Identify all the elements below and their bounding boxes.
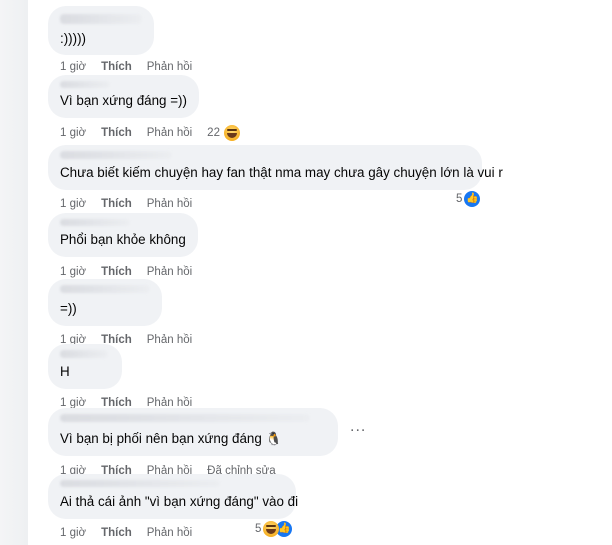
commenter-name-redacted	[60, 151, 172, 159]
comment-text: =))	[60, 301, 77, 316]
comment-text: H	[60, 364, 70, 379]
like-icon: 👍	[464, 191, 481, 207]
reply-button[interactable]: Phản hồi	[147, 266, 192, 278]
comment-bubble[interactable]: :)))))	[48, 6, 154, 55]
commenter-name-redacted	[60, 480, 220, 487]
left-panel-edge	[0, 0, 28, 545]
like-button[interactable]: Thích	[101, 61, 132, 73]
reply-button[interactable]: Phản hồi	[147, 198, 192, 210]
comment-actions: 1 giờ Thích Phản hồi	[48, 196, 482, 212]
comment-time[interactable]: 1 giờ	[60, 198, 86, 210]
haha-icon[interactable]	[223, 125, 240, 141]
reply-button[interactable]: Phản hồi	[147, 61, 192, 73]
comment-text: :)))))	[60, 31, 87, 46]
more-options-icon[interactable]: ...	[350, 418, 366, 436]
comment-text: Vì bạn bị phối nên bạn xứng đáng 🐧	[60, 431, 282, 446]
comment-item: =)) 1 giờ Thích Phản hồi	[48, 279, 207, 348]
comment-bubble[interactable]: Vì bạn xứng đáng =))	[48, 75, 199, 118]
commenter-name-redacted	[60, 285, 150, 293]
commenter-name-redacted	[60, 14, 142, 24]
comment-text: Vì bạn xứng đáng =))	[60, 93, 187, 108]
commenter-name-redacted	[60, 81, 110, 88]
comment-item: Vì bạn bị phối nên bạn xứng đáng 🐧 1 giờ …	[48, 408, 338, 479]
reply-button[interactable]: Phản hồi	[147, 527, 192, 539]
like-button[interactable]: Thích	[101, 127, 132, 139]
like-button[interactable]: Thích	[101, 198, 132, 210]
haha-icon	[263, 521, 280, 537]
commenter-name-redacted	[60, 350, 108, 358]
comment-item: :))))) 1 giờ Thích Phản hồi	[48, 6, 207, 75]
comment-actions: 1 giờ Thích Phản hồi	[48, 264, 207, 280]
reaction-count[interactable]: 22	[207, 127, 220, 139]
comment-text: Ai thả cái ảnh "vì bạn xứng đáng" vào đi	[60, 494, 299, 509]
comment-actions: 1 giờ Thích Phản hồi 22	[48, 125, 255, 141]
comment-text: Phổi bạn khỏe không	[60, 232, 186, 247]
reply-button[interactable]: Phản hồi	[147, 127, 192, 139]
commenter-name-redacted	[60, 219, 130, 226]
comment-time[interactable]: 1 giờ	[60, 527, 86, 539]
comment-text: Chưa biết kiếm chuyện hay fan thật nma m…	[60, 165, 503, 180]
reaction-count: 5	[255, 523, 262, 535]
comment-time[interactable]: 1 giờ	[60, 127, 86, 139]
comment-bubble[interactable]: Vì bạn bị phối nên bạn xứng đáng 🐧	[48, 408, 338, 456]
comment-time[interactable]: 1 giờ	[60, 266, 86, 278]
comment-item: Chưa biết kiếm chuyện hay fan thật nma m…	[48, 145, 503, 212]
comment-bubble[interactable]: H	[48, 344, 122, 389]
comment-bubble[interactable]: Phổi bạn khỏe không	[48, 213, 198, 257]
reaction-summary[interactable]: 5 👍	[456, 191, 481, 207]
comment-bubble[interactable]: Chưa biết kiếm chuyện hay fan thật nma m…	[48, 145, 503, 190]
comment-bubble[interactable]: Ai thả cái ảnh "vì bạn xứng đáng" vào đi	[48, 474, 299, 519]
comment-bubble[interactable]: =))	[48, 279, 162, 326]
reaction-count: 5	[456, 193, 463, 205]
like-button[interactable]: Thích	[101, 527, 132, 539]
comment-item: H 1 giờ Thích Phản hồi	[48, 344, 207, 411]
commenter-name-redacted	[60, 414, 310, 422]
comment-time[interactable]: 1 giờ	[60, 61, 86, 73]
reaction-summary[interactable]: 5 👍	[255, 521, 293, 537]
comment-item: Phổi bạn khỏe không 1 giờ Thích Phản hồi	[48, 213, 207, 280]
penguin-emoji: 🐧	[265, 431, 282, 446]
comment-actions: 1 giờ Thích Phản hồi	[48, 59, 207, 75]
comment-item: Vì bạn xứng đáng =)) 1 giờ Thích Phản hồ…	[48, 75, 255, 141]
like-button[interactable]: Thích	[101, 266, 132, 278]
